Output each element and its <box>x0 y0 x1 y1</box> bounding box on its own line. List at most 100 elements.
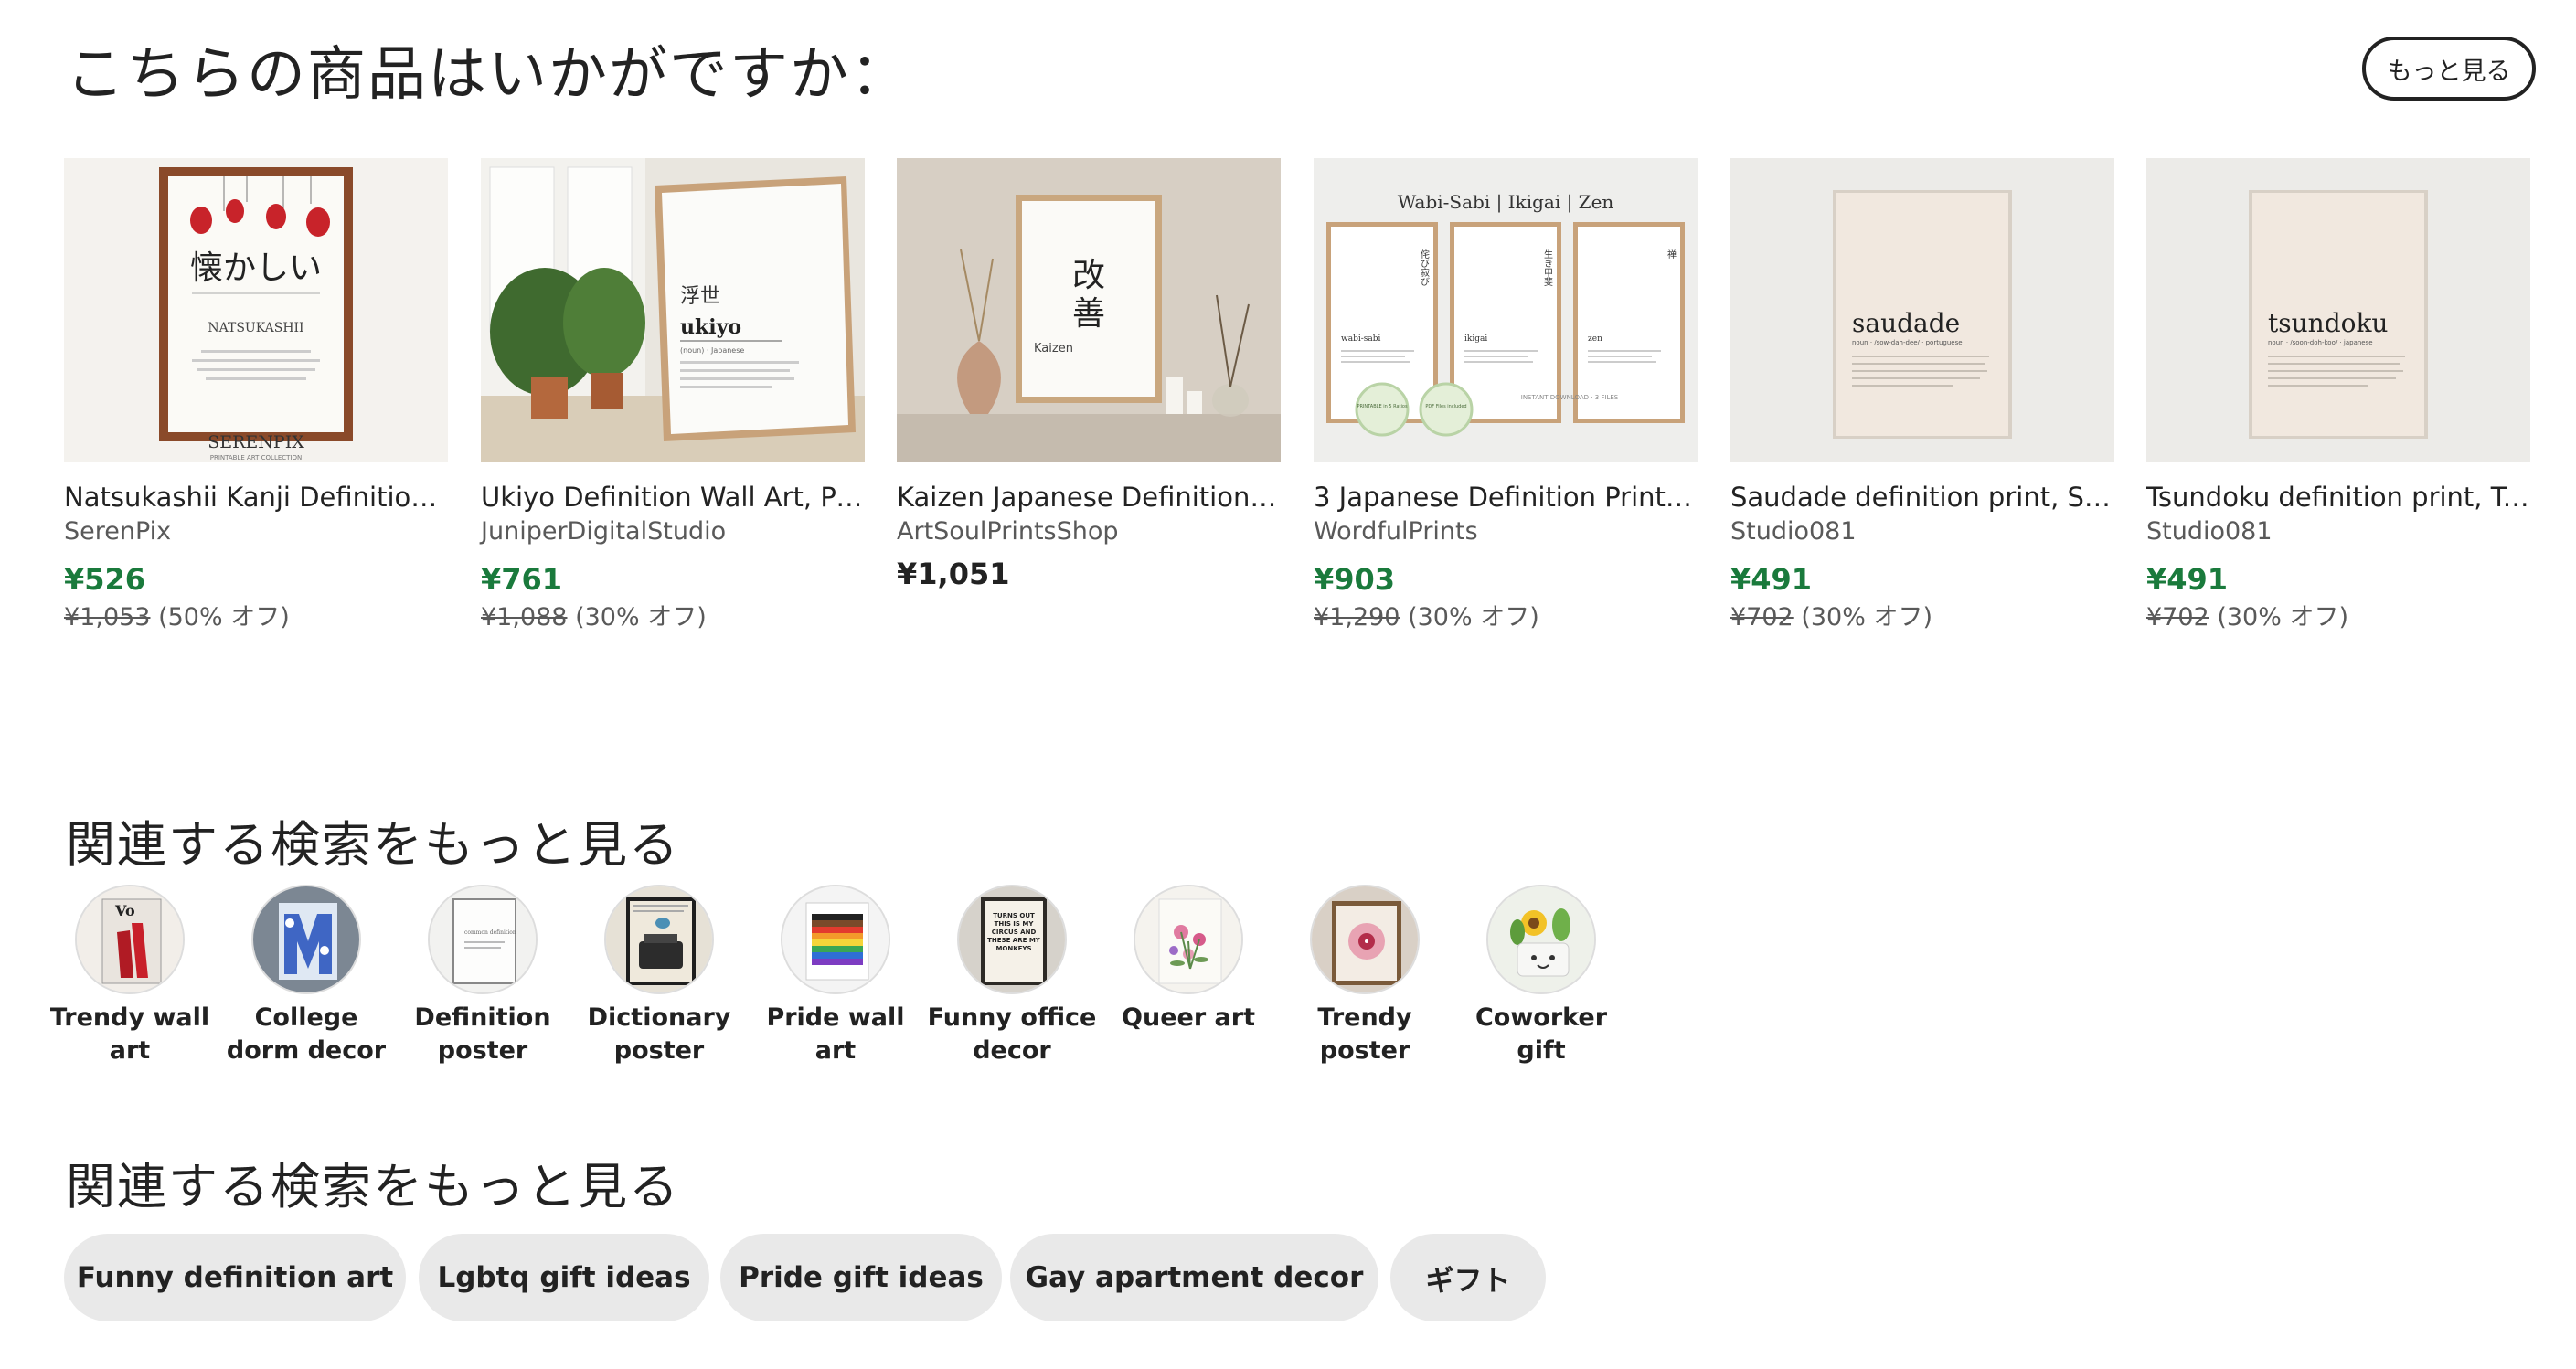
art-kanji-1: 侘び寂び <box>1419 249 1430 286</box>
svg-text:Vo: Vo <box>114 902 135 919</box>
art-brand: SERENPIX <box>208 432 304 452</box>
see-more-button[interactable]: もっと見る <box>2362 37 2536 101</box>
product-card[interactable]: tsundoku noun · /soon-doh-koo/ · japanes… <box>2146 158 2530 636</box>
related-search-label[interactable]: Definition poster <box>394 1002 571 1067</box>
related-search-label[interactable]: Pride wall art <box>747 1002 924 1067</box>
product-title[interactable]: Ukiyo Definition Wall Art, Pri... <box>481 479 865 515</box>
related-search-queer-art[interactable]: Queer art <box>1100 885 1277 1035</box>
art-badge-1: PRINTABLE in 5 Ratios <box>1357 404 1408 409</box>
original-price-line: ¥1,053 (50% オフ) <box>64 600 448 636</box>
related-search-thumb[interactable]: Vo <box>75 885 185 994</box>
related-search-thumb[interactable] <box>1310 885 1420 994</box>
art-word: Kaizen <box>1034 342 1073 356</box>
product-image[interactable]: tsundoku noun · /soon-doh-koo/ · japanes… <box>2146 158 2530 462</box>
related-search-label[interactable]: Trendy wall art <box>41 1002 218 1067</box>
product-card[interactable]: 改 善 Kaizen Kaizen Japanese Definition P.… <box>897 158 1281 594</box>
product-title[interactable]: Natsukashii Kanji Definition ... <box>64 479 448 515</box>
related-search-funny-office-decor[interactable]: TURNS OUT THIS IS MY CIRCUS AND THESE AR… <box>923 885 1101 1067</box>
related-search-label[interactable]: Coworker gift <box>1453 1002 1630 1067</box>
related-search-coworker-gift[interactable]: Coworker gift <box>1453 885 1630 1067</box>
product-image[interactable]: 懐かしい NATSUKASHII SERENPIX PRINTABLE ART … <box>64 158 448 462</box>
related-pill-gay-apartment-decor[interactable]: Gay apartment decor <box>1010 1234 1378 1321</box>
product-title[interactable]: Kaizen Japanese Definition P... <box>897 479 1281 515</box>
related-search-definition-poster[interactable]: common definition Definition poster <box>394 885 571 1067</box>
art-kanji: 懐かしい <box>190 249 322 287</box>
thumb-funny-text: TURNS OUT THIS IS MY CIRCUS AND THESE AR… <box>987 912 1040 952</box>
discount-label: (30% オフ) <box>1408 603 1539 631</box>
original-price: ¥1,088 <box>481 603 568 631</box>
art-sub: (noun) · Japanese <box>680 346 744 355</box>
product-card[interactable]: 懐かしい NATSUKASHII SERENPIX PRINTABLE ART … <box>64 158 448 636</box>
art-word: tsundoku <box>2268 308 2388 338</box>
product-title[interactable]: Tsundoku definition print, Ts... <box>2146 479 2530 515</box>
art-word: saudade <box>1852 308 1960 338</box>
art-word: ukiyo <box>680 315 741 339</box>
related-search-pride-wall-art[interactable]: Pride wall art <box>747 885 924 1067</box>
product-image[interactable]: 浮世 ukiyo (noun) · Japanese <box>481 158 865 462</box>
related-searches-title: 関連する検索をもっと見る <box>66 816 680 874</box>
thumb-definition-text: common definition <box>464 929 516 936</box>
related-pill-pride-gift-ideas[interactable]: Pride gift ideas <box>720 1234 1002 1321</box>
related-search-trendy-wall-art[interactable]: Vo Trendy wall art <box>41 885 218 1067</box>
discount-label: (30% オフ) <box>1801 603 1932 631</box>
sale-price: ¥526 <box>64 562 146 597</box>
related-search-thumb[interactable] <box>781 885 890 994</box>
art-kanji-3: 禅 <box>1666 249 1677 260</box>
original-price-line: ¥1,290 (30% オフ) <box>1314 600 1698 636</box>
related-searches-title-2: 関連する検索をもっと見る <box>66 1158 680 1215</box>
related-search-dictionary-poster[interactable]: Dictionary poster <box>570 885 748 1067</box>
discount-label: (30% オフ) <box>2217 603 2348 631</box>
art-footer: INSTANT DOWNLOAD · 3 FILES <box>1521 394 1619 401</box>
shop-name: Studio081 <box>2146 517 2273 546</box>
sale-price: ¥491 <box>2146 562 2229 597</box>
related-search-thumb[interactable] <box>604 885 714 994</box>
related-search-trendy-poster[interactable]: Trendy poster <box>1276 885 1453 1067</box>
sale-price: ¥761 <box>481 562 563 597</box>
art-pron: noun · /soon-doh-koo/ · japanese <box>2268 339 2373 346</box>
original-price-line: ¥1,088 (30% オフ) <box>481 600 865 636</box>
related-pill-lgbtq-gift-ideas[interactable]: Lgbtq gift ideas <box>419 1234 709 1321</box>
sale-price: ¥903 <box>1314 562 1396 597</box>
related-search-label[interactable]: College dorm decor <box>218 1002 395 1067</box>
product-image[interactable]: saudade noun · /sow-dah-dee/ · portugues… <box>1730 158 2114 462</box>
related-search-label[interactable]: Funny office decor <box>923 1002 1101 1067</box>
original-price: ¥702 <box>1730 603 1794 631</box>
related-search-thumb[interactable] <box>1486 885 1596 994</box>
art-header: Wabi-Sabi | Ikigai | Zen <box>1398 191 1614 214</box>
original-price-line: ¥702 (30% オフ) <box>1730 600 2114 636</box>
related-search-thumb[interactable]: common definition <box>428 885 538 994</box>
art-pron: noun · /sow-dah-dee/ · portuguese <box>1852 339 1963 346</box>
related-search-label[interactable]: Trendy poster <box>1276 1002 1453 1067</box>
shop-name: SerenPix <box>64 517 172 546</box>
art-brand-sub: PRINTABLE ART COLLECTION <box>210 454 303 462</box>
product-title[interactable]: Saudade definition print, Sa... <box>1730 479 2114 515</box>
shop-name: ArtSoulPrintsShop <box>897 517 1119 546</box>
original-price: ¥1,290 <box>1314 603 1400 631</box>
discount-label: (30% オフ) <box>575 603 707 631</box>
art-badge-2: PDF Files included <box>1425 404 1466 409</box>
art-word: NATSUKASHII <box>208 321 303 335</box>
product-image[interactable]: 改 善 Kaizen <box>897 158 1281 462</box>
product-card[interactable]: saudade noun · /sow-dah-dee/ · portugues… <box>1730 158 2114 636</box>
product-card[interactable]: Wabi-Sabi | Ikigai | Zen 侘び寂び 生き甲斐 禅 wab… <box>1314 158 1698 636</box>
product-image[interactable]: Wabi-Sabi | Ikigai | Zen 侘び寂び 生き甲斐 禅 wab… <box>1314 158 1698 462</box>
product-title[interactable]: 3 Japanese Definition Print B... <box>1314 479 1698 515</box>
related-search-thumb[interactable] <box>251 885 361 994</box>
related-search-college-dorm-decor[interactable]: College dorm decor <box>218 885 395 1067</box>
related-pill-gift[interactable]: ギフト <box>1390 1234 1546 1321</box>
related-search-label[interactable]: Dictionary poster <box>570 1002 748 1067</box>
related-search-thumb[interactable]: TURNS OUT THIS IS MY CIRCUS AND THESE AR… <box>957 885 1067 994</box>
art-kanji-2: 善 <box>1072 295 1105 333</box>
price: ¥1,051 <box>897 557 1010 591</box>
original-price: ¥702 <box>2146 603 2209 631</box>
shop-name: Studio081 <box>1730 517 1857 546</box>
recommendations-title: こちらの商品はいかがですか： <box>66 41 910 109</box>
sale-price: ¥491 <box>1730 562 1813 597</box>
related-search-thumb[interactable] <box>1134 885 1243 994</box>
related-search-label[interactable]: Queer art <box>1100 1002 1277 1035</box>
original-price-line: ¥702 (30% オフ) <box>2146 600 2530 636</box>
related-pill-funny-definition-art[interactable]: Funny definition art <box>64 1234 406 1321</box>
art-word-1: wabi-sabi <box>1341 334 1380 344</box>
shop-name: JuniperDigitalStudio <box>481 517 727 546</box>
product-card[interactable]: 浮世 ukiyo (noun) · Japanese Ukiyo Definit… <box>481 158 865 636</box>
